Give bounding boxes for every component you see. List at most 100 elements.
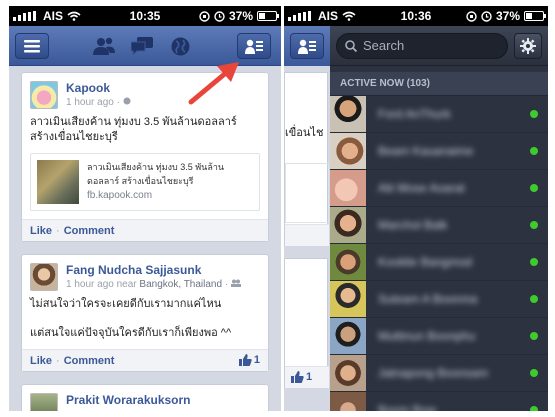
online-status-icon	[530, 369, 538, 377]
post-author[interactable]: Prakit Worarakuksorn	[66, 393, 191, 407]
search-placeholder: Search	[363, 38, 405, 53]
chat-friend-row[interactable]: Boom Bow	[330, 392, 548, 411]
thumbs-up-icon	[238, 354, 252, 366]
chat-friend-row[interactable]: Marchol Balk	[330, 207, 548, 244]
menu-button[interactable]	[15, 33, 49, 59]
friend-requests-button[interactable]	[93, 35, 115, 57]
avatar[interactable]	[30, 263, 58, 291]
messages-button[interactable]	[131, 35, 153, 57]
chat-friend-row[interactable]: Kooklie Bangmod	[330, 244, 548, 281]
friends-list-button[interactable]	[237, 33, 271, 59]
online-status-icon	[530, 406, 538, 411]
hamburger-icon	[24, 39, 40, 52]
friends-icon	[93, 37, 115, 55]
chat-friend-row[interactable]: Ford AnThurk	[330, 96, 548, 133]
messages-icon	[131, 37, 153, 55]
alarm-icon	[481, 10, 492, 22]
friends-list-button[interactable]	[290, 33, 324, 59]
like-button[interactable]: Like	[30, 225, 52, 237]
chat-friend-row[interactable]: Alii Mose Aoarat	[330, 170, 548, 207]
post-actions: Like · Comment	[22, 219, 268, 241]
contact-card-icon	[298, 39, 316, 54]
separator: ·	[224, 279, 229, 290]
friend-name: Boom Bow	[378, 403, 437, 411]
post-author[interactable]: Fang Nudcha Sajjasunk	[66, 263, 241, 277]
link-title: ลาวเมินเสียงค้าน ทุ่มงบ 3.5 พันล้านดอลลา…	[87, 162, 225, 186]
post-meta: 1 hour ago near Bangkok, Thailand ·	[66, 279, 241, 290]
post-text-line: ไม่สนใจว่าใครจะเคยดีกับเรามากแค่ไหน	[30, 298, 222, 310]
chat-friend-row[interactable]: Muttinun Boonphu	[330, 318, 548, 355]
screenshot-stage: AIS 10:35 37% Kapook 1 hour ago · ลาวเมิ…	[0, 0, 555, 417]
feed-peek-nav	[284, 26, 330, 66]
globe-icon	[171, 37, 189, 55]
online-status-icon	[530, 221, 538, 229]
post-header: Prakit Worarakuksorn	[22, 385, 268, 411]
action-separator: ·	[56, 224, 60, 237]
avatar	[330, 355, 366, 391]
comment-button[interactable]: Comment	[64, 225, 115, 237]
active-now-header: ACTIVE NOW (103)	[330, 72, 548, 96]
status-bar: AIS 10:35 37%	[9, 6, 281, 26]
settings-button[interactable]	[514, 32, 542, 59]
likes-count[interactable]: 1	[238, 354, 260, 366]
online-status-icon	[530, 295, 538, 303]
friend-name: Marchol Balk	[378, 218, 448, 232]
likes-count[interactable]: 1	[291, 371, 312, 383]
avatar	[330, 170, 366, 206]
status-right: 37%	[199, 9, 279, 23]
battery-percent: 37%	[495, 9, 520, 23]
alarm-icon	[214, 10, 225, 22]
public-globe-icon	[123, 97, 131, 105]
post-actions: Like · Comment 1	[22, 349, 268, 371]
peek-actions: 1	[285, 366, 329, 388]
friend-name: Suteam A Boonma	[378, 292, 478, 306]
avatar	[330, 207, 366, 243]
post-header: Fang Nudcha Sajjasunk 1 hour ago near Ba…	[22, 255, 268, 297]
friend-name: Kooklie Bangmod	[378, 255, 473, 269]
chat-friend-row[interactable]: Jatnapong Boonsam	[330, 355, 548, 392]
battery-percent: 37%	[228, 9, 253, 23]
feed-peek-card: เขื่อนไช	[284, 72, 329, 246]
post-near: near	[116, 279, 137, 290]
annotation-arrow-icon	[188, 62, 239, 105]
friend-name: Jatnapong Boonsam	[378, 366, 489, 380]
comment-button[interactable]: Comment	[64, 355, 115, 367]
post-author[interactable]: Kapook	[66, 81, 131, 95]
feed-peek[interactable]: เขื่อนไช 1	[284, 26, 330, 411]
avatar	[330, 281, 366, 317]
feed-post: Prakit Worarakuksorn	[21, 384, 269, 411]
post-time: 1 hour ago	[66, 279, 114, 290]
status-bar: AIS 10:36 37%	[284, 6, 548, 26]
peek-actions	[285, 224, 329, 246]
battery-icon	[524, 11, 546, 21]
globe-small-icon: ·	[116, 97, 120, 108]
search-input[interactable]: Search	[336, 32, 508, 59]
post-place[interactable]: Bangkok, Thailand	[139, 279, 222, 290]
friend-name: Beam Kauanaime	[378, 144, 474, 158]
online-status-icon	[530, 184, 538, 192]
thumbs-up-icon	[291, 371, 304, 383]
rotation-lock-icon	[466, 10, 477, 22]
gear-icon	[520, 37, 536, 54]
likes-count-value: 1	[253, 354, 260, 366]
like-button[interactable]: Like	[30, 355, 52, 367]
chat-friend-row[interactable]: Beam Kauanaime	[330, 133, 548, 170]
feed-peek-card: 1	[284, 258, 329, 388]
avatar[interactable]	[30, 393, 58, 411]
contact-card-icon	[245, 39, 263, 54]
notifications-button[interactable]	[169, 35, 191, 57]
chat-sidebar: Search ACTIVE NOW (103) Ford AnThurk Bea…	[330, 26, 548, 411]
chat-friend-row[interactable]: Suteam A Boonma	[330, 281, 548, 318]
peek-text: เขื่อนไช	[285, 127, 324, 139]
avatar	[330, 244, 366, 280]
peek-link-box	[285, 163, 329, 223]
avatar[interactable]	[30, 81, 58, 109]
post-text: ไม่สนใจว่าใครจะเคยดีกับเรามากแค่ไหน แต่ส…	[22, 297, 268, 349]
search-icon	[345, 39, 357, 52]
action-separator: ·	[56, 354, 60, 367]
online-status-icon	[530, 258, 538, 266]
sidebar-search-bar: Search	[330, 26, 548, 66]
friend-name: Ford AnThurk	[378, 107, 451, 121]
link-preview[interactable]: ลาวเมินเสียงค้าน ทุ่มงบ 3.5 พันล้านดอลลา…	[30, 153, 260, 211]
post-meta: 1 hour ago ·	[66, 97, 131, 108]
